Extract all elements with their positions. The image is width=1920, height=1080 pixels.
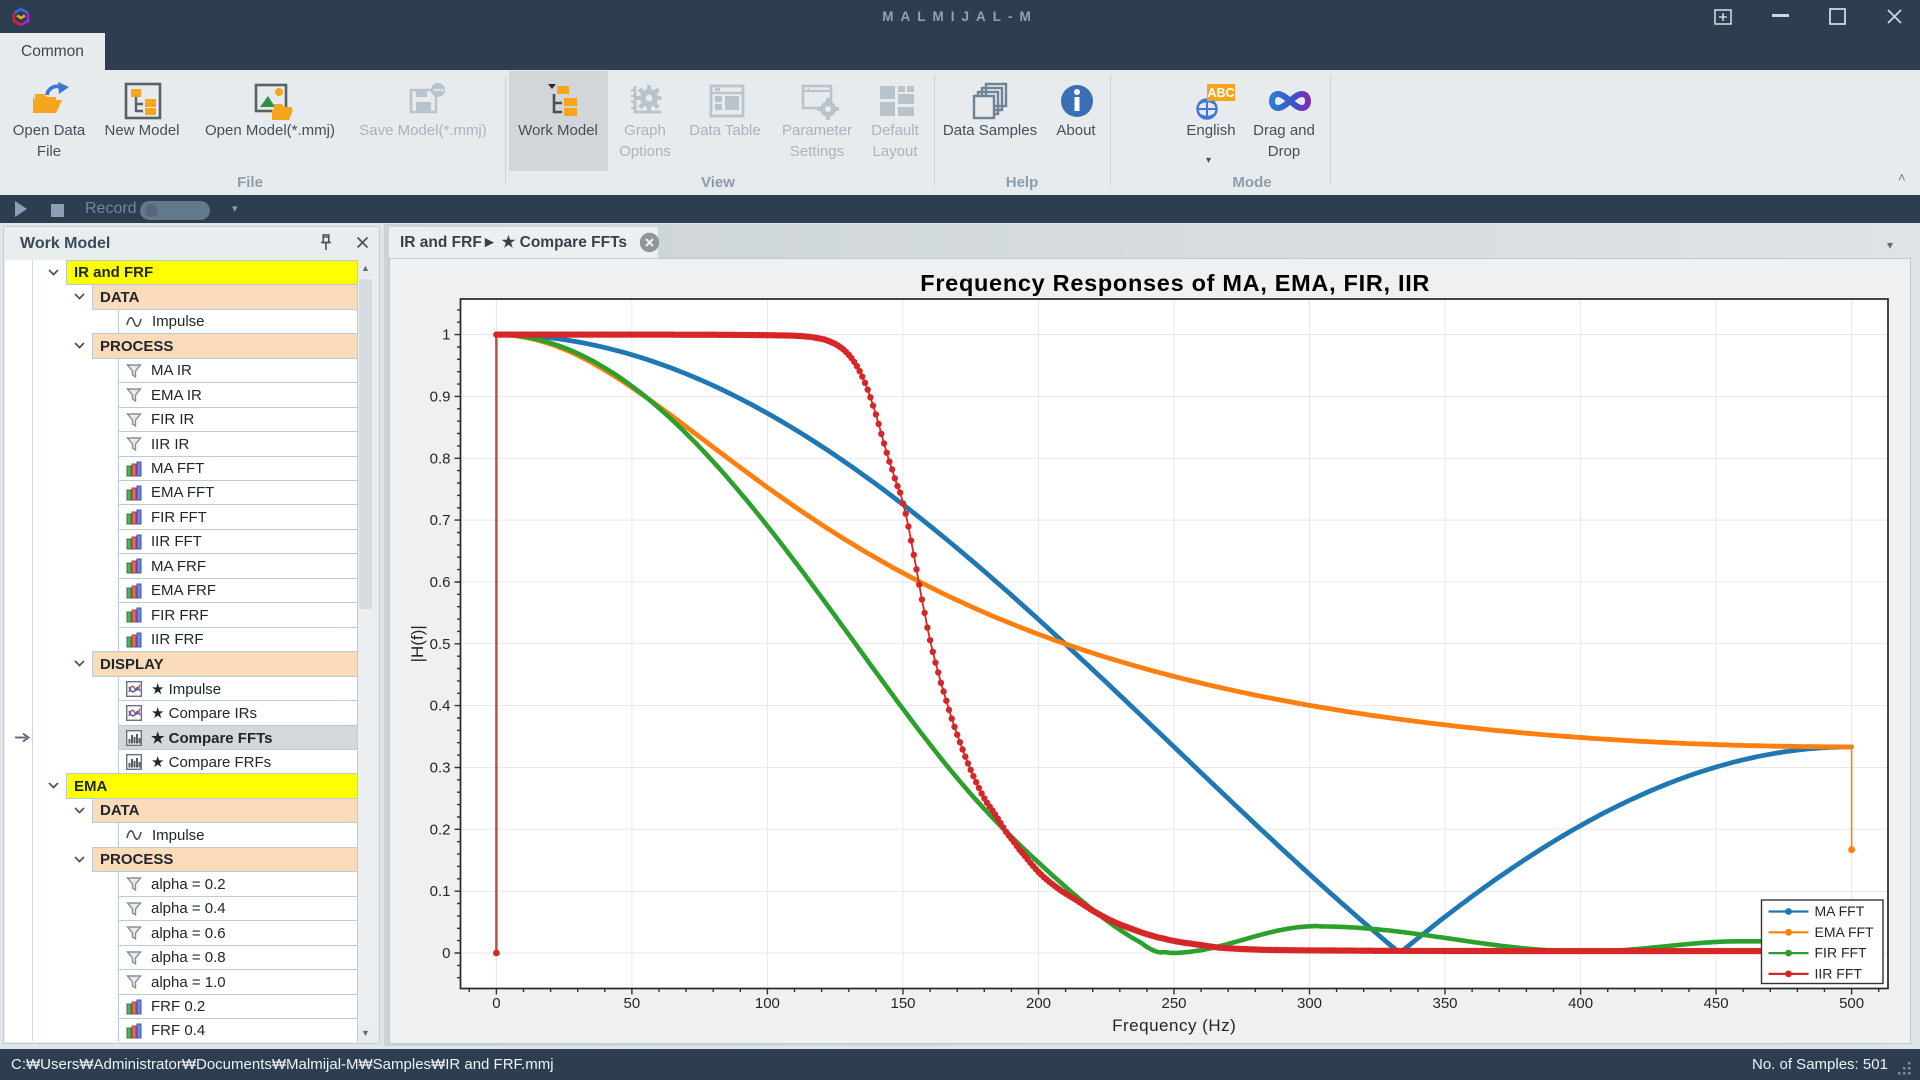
- svg-text:0: 0: [492, 995, 500, 1012]
- svg-text:1: 1: [442, 327, 450, 344]
- svg-text:Frequency (Hz): Frequency (Hz): [1112, 1016, 1236, 1035]
- svg-text:FIR FFT: FIR FFT: [1815, 945, 1868, 961]
- svg-text:450: 450: [1704, 995, 1729, 1012]
- svg-text:500: 500: [1839, 995, 1864, 1012]
- svg-text:0.4: 0.4: [430, 698, 451, 715]
- svg-text:100: 100: [755, 995, 780, 1012]
- svg-text:200: 200: [1026, 995, 1051, 1012]
- svg-text:0: 0: [442, 945, 450, 962]
- svg-text:150: 150: [890, 995, 915, 1012]
- svg-text:300: 300: [1297, 995, 1322, 1012]
- svg-text:0.8: 0.8: [430, 450, 451, 467]
- svg-text:0.7: 0.7: [430, 512, 451, 529]
- svg-text:350: 350: [1432, 995, 1457, 1012]
- svg-text:250: 250: [1161, 995, 1186, 1012]
- svg-text:0.3: 0.3: [430, 760, 451, 777]
- svg-text:|H(f)|: |H(f)|: [408, 625, 427, 662]
- svg-text:Frequency Responses of MA, EMA: Frequency Responses of MA, EMA, FIR, IIR: [920, 270, 1430, 296]
- svg-text:0.9: 0.9: [430, 388, 451, 405]
- svg-text:0.6: 0.6: [430, 574, 451, 591]
- svg-text:400: 400: [1568, 995, 1593, 1012]
- svg-text:0.5: 0.5: [430, 636, 451, 653]
- svg-text:50: 50: [624, 995, 641, 1012]
- svg-text:0.1: 0.1: [430, 883, 451, 900]
- svg-text:0.2: 0.2: [430, 821, 451, 838]
- svg-text:EMA FFT: EMA FFT: [1815, 924, 1875, 940]
- svg-text:MA FFT: MA FFT: [1815, 903, 1865, 919]
- svg-text:IIR FFT: IIR FFT: [1815, 965, 1863, 981]
